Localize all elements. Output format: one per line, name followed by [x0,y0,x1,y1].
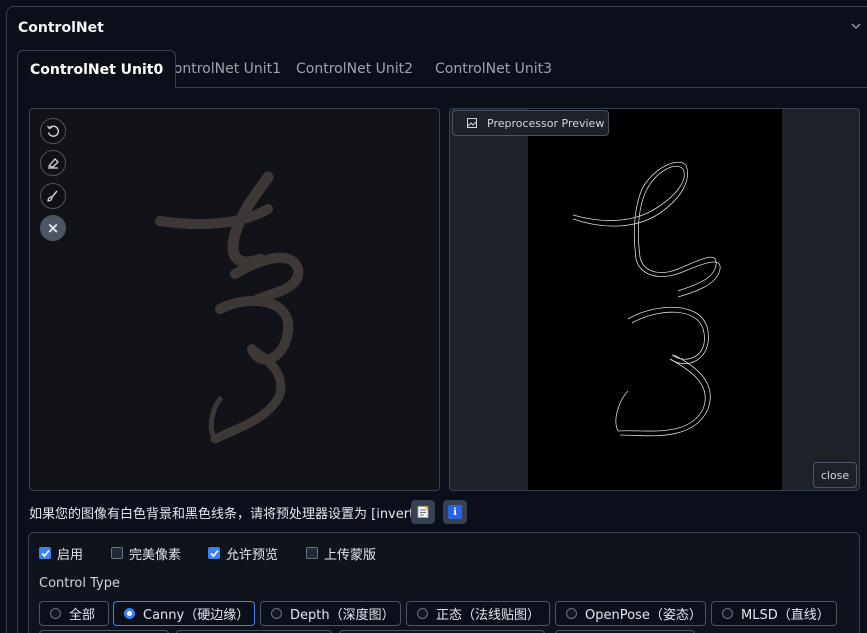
radio-unselected-icon [271,608,282,619]
pixel-perfect-checkbox[interactable]: 完美像素 [111,545,182,563]
input-image-canvas[interactable]: × [29,108,440,491]
preprocessor-preview-panel: Preprocessor Preview close [449,108,860,491]
control-type-depth-label: Depth（深度图） [290,608,395,623]
upload-mask-label: 上传蒙版 [324,547,377,563]
canny-edge-image [572,161,721,437]
control-type-normal-label: 正态（法线贴图） [436,608,541,623]
checkbox-unchecked-icon [111,547,123,559]
tab-unit3[interactable]: ControlNet Unit3 [423,50,564,88]
radio-unselected-icon [722,608,733,619]
control-type-canny[interactable]: Canny（硬边缘） [113,601,255,626]
control-type-all-label: 全部 [69,608,96,623]
clear-icon: × [46,219,60,237]
calligraphy-image [155,171,304,444]
undo-icon [46,125,60,137]
control-type-mlsd[interactable]: MLSD（直线） [711,601,837,626]
control-type-depth[interactable]: Depth（深度图） [260,601,401,626]
control-type-mlsd-label: MLSD（直线） [741,608,830,623]
pixel-perfect-label: 完美像素 [129,547,182,563]
control-type-openpose-label: OpenPose（姿态） [585,608,702,623]
radio-unselected-icon [50,608,61,619]
notes-button[interactable] [411,500,435,524]
checkbox-checked-icon [39,547,51,559]
invert-hint: 如果您的图像有白色背景和黑色线条，请将预处理器设置为 [invert]. [29,507,424,522]
preview-label: Preprocessor Preview [487,116,605,130]
chevron-down-icon[interactable] [851,22,861,30]
undo-button[interactable] [40,118,66,144]
control-type-normal[interactable]: 正态（法线贴图） [406,601,550,626]
radio-selected-icon [124,608,135,619]
brush-icon [47,190,58,202]
allow-preview-label: 允许预览 [226,547,279,563]
panel-title[interactable]: ControlNet [18,20,104,36]
control-type-openpose[interactable]: OpenPose（姿态） [555,601,706,626]
tab-unit2[interactable]: ControlNet Unit2 [284,50,425,88]
radio-unselected-icon [417,608,428,619]
memo-icon [417,505,429,518]
enable-checkbox[interactable]: 启用 [39,545,84,563]
brush-button[interactable] [40,183,66,209]
eraser-icon [47,158,59,169]
enable-label: 启用 [57,547,84,563]
checkbox-unchecked-icon [306,547,318,559]
info-icon: ℹ [448,505,462,519]
preview-image [528,109,782,490]
tab-unit0[interactable]: ControlNet Unit0 [17,50,177,88]
preview-label-badge: Preprocessor Preview [452,110,609,136]
close-preview-button[interactable]: close [813,462,857,488]
radio-unselected-icon [566,608,577,619]
control-type-canny-label: Canny（硬边缘） [143,608,250,623]
control-type-all[interactable]: 全部 [39,601,109,626]
allow-preview-checkbox[interactable]: 允许预览 [208,545,279,563]
image-icon [467,118,477,128]
control-type-label: Control Type [39,576,120,591]
upload-mask-checkbox[interactable]: 上传蒙版 [306,545,377,563]
eraser-button[interactable] [40,150,66,176]
unit-tabs: ControlNet Unit0 ControlNet Unit1 Contro… [17,50,867,88]
info-button[interactable]: ℹ [443,500,467,524]
checkbox-checked-icon [208,547,220,559]
clear-button[interactable]: × [40,215,66,241]
